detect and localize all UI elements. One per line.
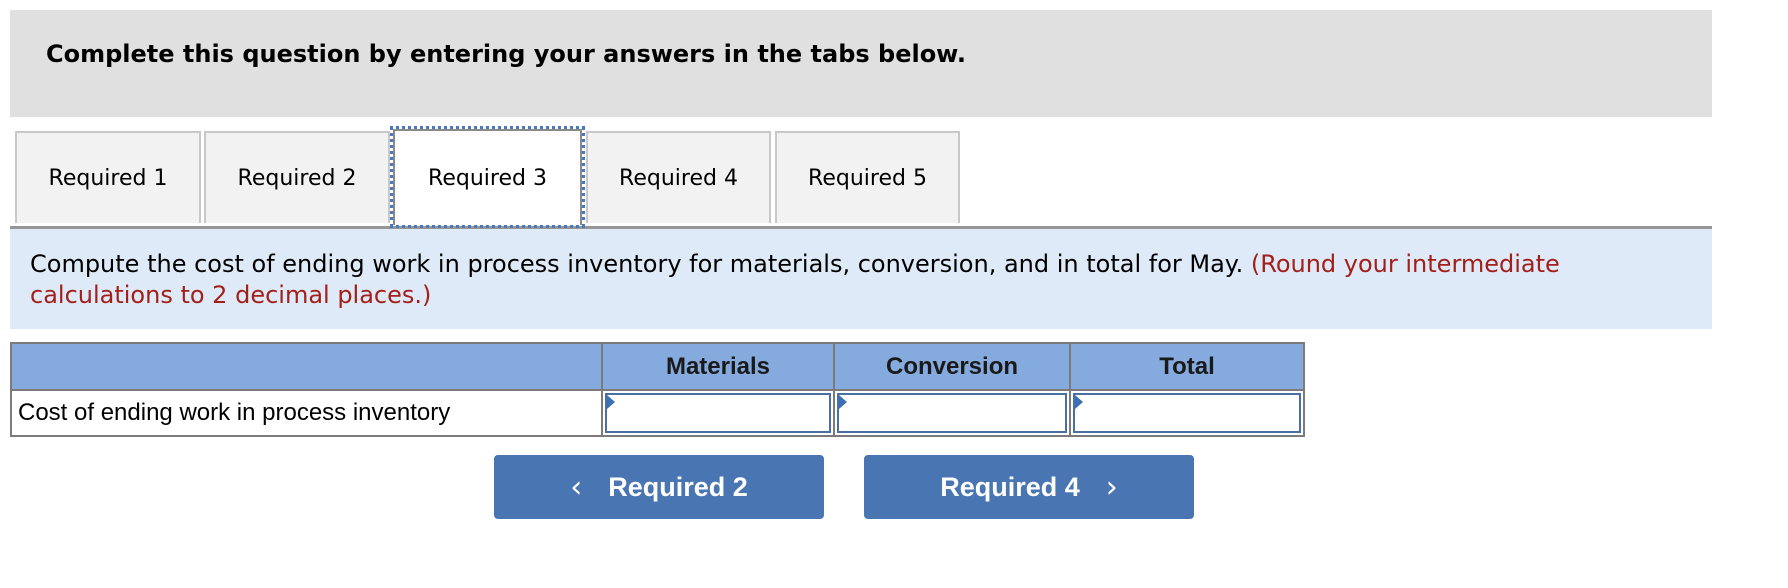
input-flag-icon bbox=[607, 395, 615, 409]
total-cell bbox=[1069, 389, 1305, 437]
table-header-row: Materials Conversion Total bbox=[10, 342, 1305, 391]
next-button-label: Required 4 bbox=[940, 471, 1080, 502]
tab-required-2[interactable]: Required 2 bbox=[204, 131, 390, 223]
column-header-blank bbox=[10, 342, 603, 391]
tab-label: Required 5 bbox=[808, 165, 927, 191]
conversion-input-box bbox=[837, 393, 1067, 433]
question-header: Complete this question by entering your … bbox=[10, 10, 1712, 117]
total-input-box bbox=[1073, 393, 1301, 433]
conversion-input[interactable] bbox=[839, 395, 1065, 431]
instruction-text: Compute the cost of ending work in proce… bbox=[30, 249, 1630, 311]
instruction-main: Compute the cost of ending work in proce… bbox=[30, 250, 1244, 278]
column-header-total: Total bbox=[1069, 342, 1305, 391]
tab-required-1[interactable]: Required 1 bbox=[15, 131, 201, 223]
tab-label: Required 2 bbox=[237, 165, 357, 191]
next-required-4-button[interactable]: Required 4 › bbox=[864, 455, 1194, 519]
prev-button-label: Required 2 bbox=[608, 471, 748, 502]
header-title: Complete this question by entering your … bbox=[46, 40, 966, 68]
tab-label: Required 1 bbox=[48, 165, 168, 191]
table-row: Cost of ending work in process inventory bbox=[10, 389, 1305, 437]
materials-input-box bbox=[605, 393, 831, 433]
prev-required-2-button[interactable]: ‹ Required 2 bbox=[494, 455, 824, 519]
instruction-panel: Compute the cost of ending work in proce… bbox=[10, 226, 1712, 329]
tab-required-4[interactable]: Required 4 bbox=[586, 131, 771, 223]
answer-table: Materials Conversion Total Cost of endin… bbox=[10, 342, 1305, 437]
materials-input[interactable] bbox=[607, 395, 829, 431]
tab-label: Required 3 bbox=[428, 165, 547, 191]
tab-required-5[interactable]: Required 5 bbox=[775, 131, 960, 223]
tab-required-3[interactable]: Required 3 bbox=[390, 126, 585, 228]
column-header-materials: Materials bbox=[601, 342, 835, 391]
tab-label: Required 4 bbox=[619, 165, 738, 191]
chevron-right-icon: › bbox=[1105, 469, 1118, 505]
input-flag-icon bbox=[839, 395, 847, 409]
row-label: Cost of ending work in process inventory bbox=[10, 389, 603, 437]
conversion-cell bbox=[833, 389, 1071, 437]
total-input[interactable] bbox=[1075, 395, 1299, 431]
column-header-conversion: Conversion bbox=[833, 342, 1071, 391]
tab-bar: Required 1 Required 2 Required 3 Require… bbox=[0, 126, 1712, 228]
chevron-left-icon: ‹ bbox=[570, 469, 583, 505]
input-flag-icon bbox=[1075, 395, 1083, 409]
materials-cell bbox=[601, 389, 835, 437]
